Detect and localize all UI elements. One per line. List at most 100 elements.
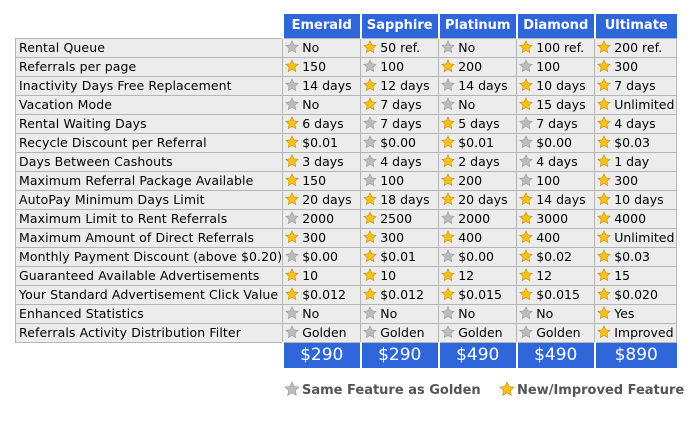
gold-star-icon xyxy=(519,230,534,244)
cell-value: 14 days xyxy=(302,78,352,93)
gold-star-icon xyxy=(597,306,612,320)
table-row: AutoPay Minimum Days Limit 20 days 18 days… xyxy=(14,189,678,210)
plan-cell: 3000 xyxy=(516,208,596,229)
plan-cell: 7 days xyxy=(516,113,596,134)
plan-cell: 200 ref. xyxy=(594,37,678,58)
gold-star-icon xyxy=(285,135,300,149)
plan-cell: $0.020 xyxy=(594,284,678,305)
gold-star-icon xyxy=(597,97,612,111)
table-row: Maximum Limit to Rent Referrals 2000 2500 2… xyxy=(14,208,678,229)
gray-star-icon xyxy=(363,59,378,73)
plan-header-diamond: Diamond xyxy=(515,14,595,38)
cell-value: 1 day xyxy=(614,154,650,169)
cell-value: 300 xyxy=(614,173,639,188)
feature-label: Days Between Cashouts xyxy=(14,151,284,172)
cell-value: No xyxy=(380,306,398,321)
cell-value: 10 days xyxy=(614,192,664,207)
cell-value: No xyxy=(302,306,320,321)
cell-value: 6 days xyxy=(302,116,344,131)
plan-cell: Golden xyxy=(516,322,596,343)
plan-cell: 300 xyxy=(594,170,678,191)
cell-value: 4000 xyxy=(614,211,647,226)
cell-value: 4 days xyxy=(380,154,422,169)
cell-value: $0.00 xyxy=(536,135,573,150)
gold-star-icon xyxy=(285,59,300,73)
gray-star-icon xyxy=(519,325,534,339)
cell-value: $0.03 xyxy=(614,135,651,150)
table-row: Monthly Payment Discount (above $0.20) $0… xyxy=(14,246,678,267)
plan-cell: No xyxy=(360,303,440,324)
gray-star-icon xyxy=(363,116,378,130)
cell-value: $0.020 xyxy=(614,287,658,302)
gold-star-icon xyxy=(597,40,612,54)
price-diamond[interactable]: $490 xyxy=(515,341,595,368)
cell-value: 12 days xyxy=(380,78,430,93)
plan-cell: 20 days xyxy=(438,189,518,210)
feature-label: Maximum Referral Package Available xyxy=(14,170,284,191)
plan-cell: $0.01 xyxy=(438,132,518,153)
plan-cell: 200 xyxy=(438,170,518,191)
table-row: Rental Queue No 50 ref. No 100 ref. 200 ref. xyxy=(14,37,678,58)
plan-cell: No xyxy=(282,37,362,58)
cell-value: Golden xyxy=(536,325,581,340)
price-ultimate[interactable]: $890 xyxy=(593,341,677,368)
plan-cell: 300 xyxy=(594,56,678,77)
cell-value: $0.00 xyxy=(458,249,495,264)
plan-header-sapphire: Sapphire xyxy=(359,14,439,38)
gray-star-icon xyxy=(519,154,534,168)
cell-value: 100 xyxy=(536,59,561,74)
plan-cell: No xyxy=(438,94,518,115)
plan-cell: 300 xyxy=(282,227,362,248)
gold-star-icon xyxy=(285,173,300,187)
gray-star-icon xyxy=(363,325,378,339)
gold-star-icon xyxy=(597,78,612,92)
plan-cell: Golden xyxy=(360,322,440,343)
plan-cell: $0.00 xyxy=(438,246,518,267)
plan-cell: 10 xyxy=(360,265,440,286)
plan-cell: 1 day xyxy=(594,151,678,172)
header-spacer xyxy=(16,14,283,38)
plan-cell: No xyxy=(438,37,518,58)
gold-star-icon xyxy=(597,325,612,339)
table-row: Inactivity Days Free Replacement 14 days 1… xyxy=(14,75,678,96)
gold-star-icon xyxy=(519,287,534,301)
plan-cell: 150 xyxy=(282,170,362,191)
plan-cell: $0.012 xyxy=(282,284,362,305)
plan-cell: Yes xyxy=(594,303,678,324)
gold-star-icon xyxy=(363,287,378,301)
gold-star-icon xyxy=(363,97,378,111)
price-sapphire[interactable]: $290 xyxy=(359,341,439,368)
cell-value: 14 days xyxy=(536,192,586,207)
plan-cell: No xyxy=(516,303,596,324)
gray-star-icon xyxy=(441,249,456,263)
plan-cell: 100 xyxy=(516,56,596,77)
cell-value: 200 ref. xyxy=(614,40,663,55)
cell-value: 15 days xyxy=(536,97,586,112)
gold-star-icon xyxy=(597,135,612,149)
gold-star-icon xyxy=(441,192,456,206)
gray-star-icon xyxy=(363,173,378,187)
cell-value: 2500 xyxy=(380,211,413,226)
price-emerald[interactable]: $290 xyxy=(281,341,361,368)
table-row: Referrals per page 150 100 200 100 300 xyxy=(14,56,678,77)
price-platinum[interactable]: $490 xyxy=(437,341,517,368)
gray-star-icon xyxy=(519,59,534,73)
gold-star-icon xyxy=(285,230,300,244)
gold-star-icon xyxy=(441,59,456,73)
cell-value: No xyxy=(458,97,476,112)
gold-star-icon xyxy=(363,40,378,54)
cell-value: 300 xyxy=(302,230,327,245)
cell-value: 2 days xyxy=(458,154,500,169)
plan-cell: Unlimited xyxy=(594,227,678,248)
plan-cell: $0.01 xyxy=(360,246,440,267)
plan-cell: 2 days xyxy=(438,151,518,172)
cell-value: No xyxy=(458,40,476,55)
cell-value: 4 days xyxy=(614,116,656,131)
gold-star-icon xyxy=(519,268,534,282)
plan-cell: 14 days xyxy=(282,75,362,96)
gold-star-icon xyxy=(441,116,456,130)
plan-cell: $0.00 xyxy=(516,132,596,153)
plan-cell: Unlimited xyxy=(594,94,678,115)
cell-value: 100 xyxy=(380,173,405,188)
gold-star-icon xyxy=(519,211,534,225)
